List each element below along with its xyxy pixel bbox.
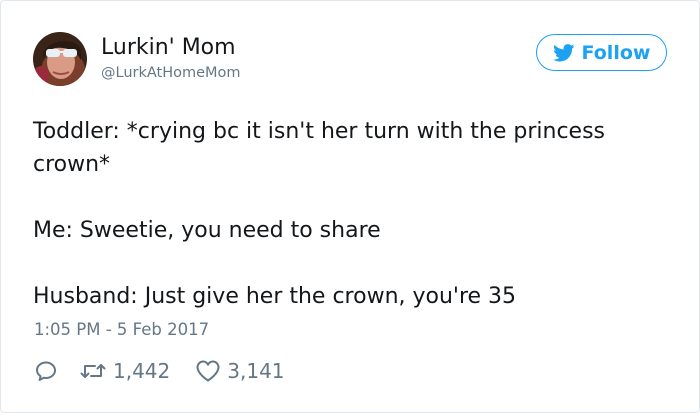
follow-button-label: Follow bbox=[581, 41, 651, 64]
profile-photo-avatar bbox=[33, 32, 87, 86]
tweet-card: Lurkin' Mom @LurkAtHomeMom Follow Toddle… bbox=[0, 0, 700, 413]
username-handle[interactable]: @LurkAtHomeMom bbox=[101, 64, 241, 82]
tweet-line: Toddler: *crying bc it isn't her turn wi… bbox=[33, 119, 606, 177]
reply-button[interactable] bbox=[34, 359, 58, 383]
twitter-bird-icon bbox=[552, 43, 575, 62]
retweet-button[interactable]: 1,442 bbox=[79, 359, 170, 383]
follow-button[interactable]: Follow bbox=[536, 34, 667, 71]
user-avatar[interactable] bbox=[33, 32, 87, 86]
retweet-count: 1,442 bbox=[113, 359, 171, 383]
tweet-line: Husband: Just give her the crown, you're… bbox=[33, 284, 517, 309]
like-button[interactable]: 3,141 bbox=[195, 359, 285, 383]
tweet-actions: 1,442 3,141 bbox=[34, 356, 285, 386]
retweet-icon bbox=[79, 360, 107, 382]
display-name[interactable]: Lurkin' Mom bbox=[101, 34, 236, 62]
reply-icon bbox=[34, 359, 58, 383]
like-count: 3,141 bbox=[227, 359, 285, 383]
heart-icon bbox=[195, 359, 221, 383]
tweet-line: Me: Sweetie, you need to share bbox=[33, 218, 381, 243]
tweet-timestamp[interactable]: 1:05 PM - 5 Feb 2017 bbox=[34, 319, 209, 341]
tweet-text: Toddler: *crying bc it isn't her turn wi… bbox=[33, 115, 673, 313]
